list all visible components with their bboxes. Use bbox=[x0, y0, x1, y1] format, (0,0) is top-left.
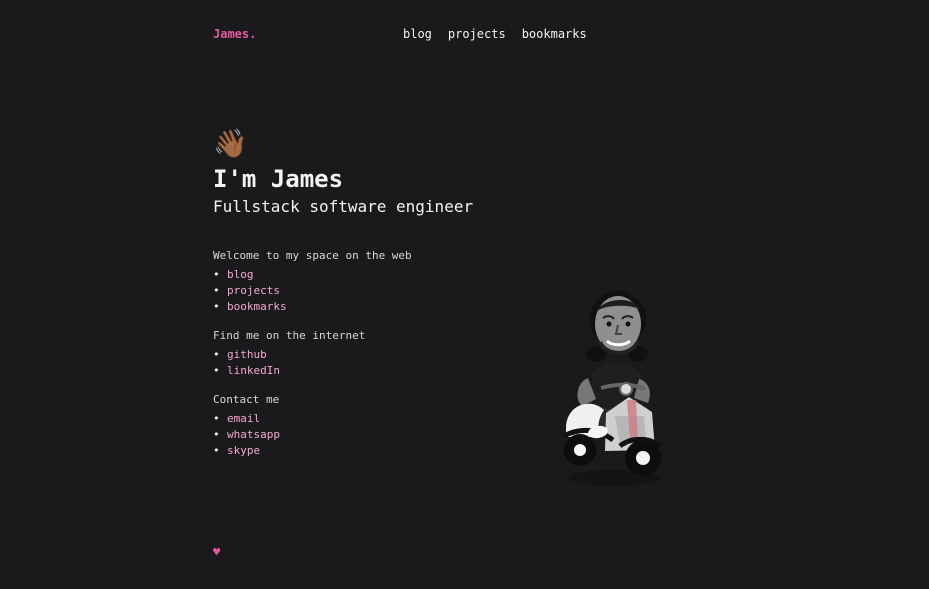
welcome-bookmarks-link[interactable]: bookmarks bbox=[227, 300, 287, 313]
internet-heading: Find me on the internet bbox=[213, 329, 366, 342]
main-nav: blog projects bookmarks bbox=[403, 27, 587, 41]
skype-link[interactable]: skype bbox=[227, 444, 260, 457]
nav-projects-link[interactable]: projects bbox=[448, 27, 506, 41]
list-item: projects bbox=[213, 283, 513, 299]
header: James. blog projects bookmarks bbox=[213, 27, 587, 45]
heart-icon: ♥ bbox=[213, 545, 221, 559]
list-item: email bbox=[213, 411, 513, 427]
list-item: blog bbox=[213, 267, 513, 283]
nav-blog-link[interactable]: blog bbox=[403, 27, 432, 41]
content: Welcome to my space on the web blog proj… bbox=[213, 249, 513, 473]
page-subtitle: Fullstack software engineer bbox=[213, 197, 474, 216]
welcome-list: blog projects bookmarks bbox=[213, 267, 513, 315]
welcome-projects-link[interactable]: projects bbox=[227, 284, 280, 297]
list-item: github bbox=[213, 347, 513, 363]
internet-list: github linkedIn bbox=[213, 347, 513, 379]
email-link[interactable]: email bbox=[227, 412, 260, 425]
page-title: I'm James bbox=[213, 165, 344, 193]
scooter-avatar-icon bbox=[562, 291, 662, 486]
hero: 👋🏾 I'm James Fullstack software engineer bbox=[213, 128, 523, 217]
whatsapp-link[interactable]: whatsapp bbox=[227, 428, 280, 441]
page: James. blog projects bookmarks 👋🏾 I'm Ja… bbox=[0, 0, 929, 589]
contact-list: email whatsapp skype bbox=[213, 411, 513, 459]
wave-icon: 👋🏾 bbox=[213, 127, 248, 160]
list-item: skype bbox=[213, 443, 513, 459]
list-item: bookmarks bbox=[213, 299, 513, 315]
github-link[interactable]: github bbox=[227, 348, 267, 361]
welcome-blog-link[interactable]: blog bbox=[227, 268, 254, 281]
linkedin-link[interactable]: linkedIn bbox=[227, 364, 280, 377]
welcome-heading: Welcome to my space on the web bbox=[213, 249, 412, 262]
brand-link[interactable]: James. bbox=[213, 27, 256, 41]
list-item: linkedIn bbox=[213, 363, 513, 379]
list-item: whatsapp bbox=[213, 427, 513, 443]
contact-heading: Contact me bbox=[213, 393, 280, 406]
nav-bookmarks-link[interactable]: bookmarks bbox=[522, 27, 587, 41]
